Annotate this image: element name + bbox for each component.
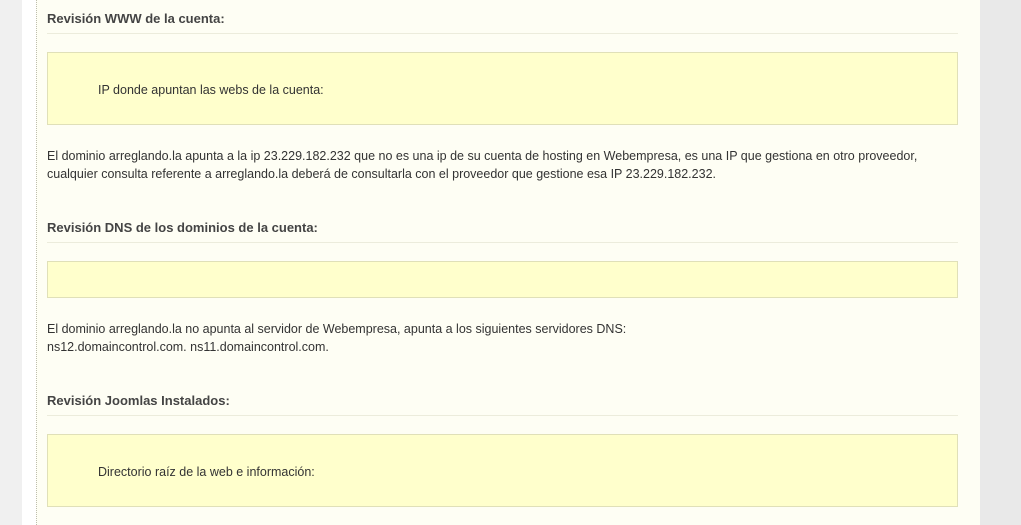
main-panel: Revisión WWW de la cuenta: IP donde apun… [22, 0, 990, 525]
www-result-paragraph: El dominio arreglando.la apunta a la ip … [47, 147, 958, 183]
section-heading-joomla: Revisión Joomlas Instalados: [47, 393, 958, 416]
www-ip-box: IP donde apuntan las webs de la cuenta: [47, 52, 958, 125]
www-result-line-2: cualquier consulta referente a arregland… [47, 167, 716, 181]
dns-box [47, 261, 958, 298]
page-background-right [980, 0, 1021, 525]
dns-result-paragraph: El dominio arreglando.la no apunta al se… [47, 320, 958, 356]
www-result-line-1: El dominio arreglando.la apunta a la ip … [47, 149, 918, 163]
page-background-left [0, 0, 22, 525]
www-ip-box-label: IP donde apuntan las webs de la cuenta: [98, 83, 324, 97]
dns-result-line-1: El dominio arreglando.la no apunta al se… [47, 322, 627, 336]
section-heading-dns: Revisión DNS de los dominios de la cuent… [47, 220, 958, 243]
report-content: Revisión WWW de la cuenta: IP donde apun… [36, 0, 990, 525]
joomla-dir-box: Directorio raíz de la web e información: [47, 434, 958, 507]
joomla-dir-box-label: Directorio raíz de la web e información: [98, 465, 315, 479]
dns-result-line-2: ns12.domaincontrol.com. ns11.domaincontr… [47, 340, 329, 354]
section-heading-www: Revisión WWW de la cuenta: [47, 11, 958, 34]
